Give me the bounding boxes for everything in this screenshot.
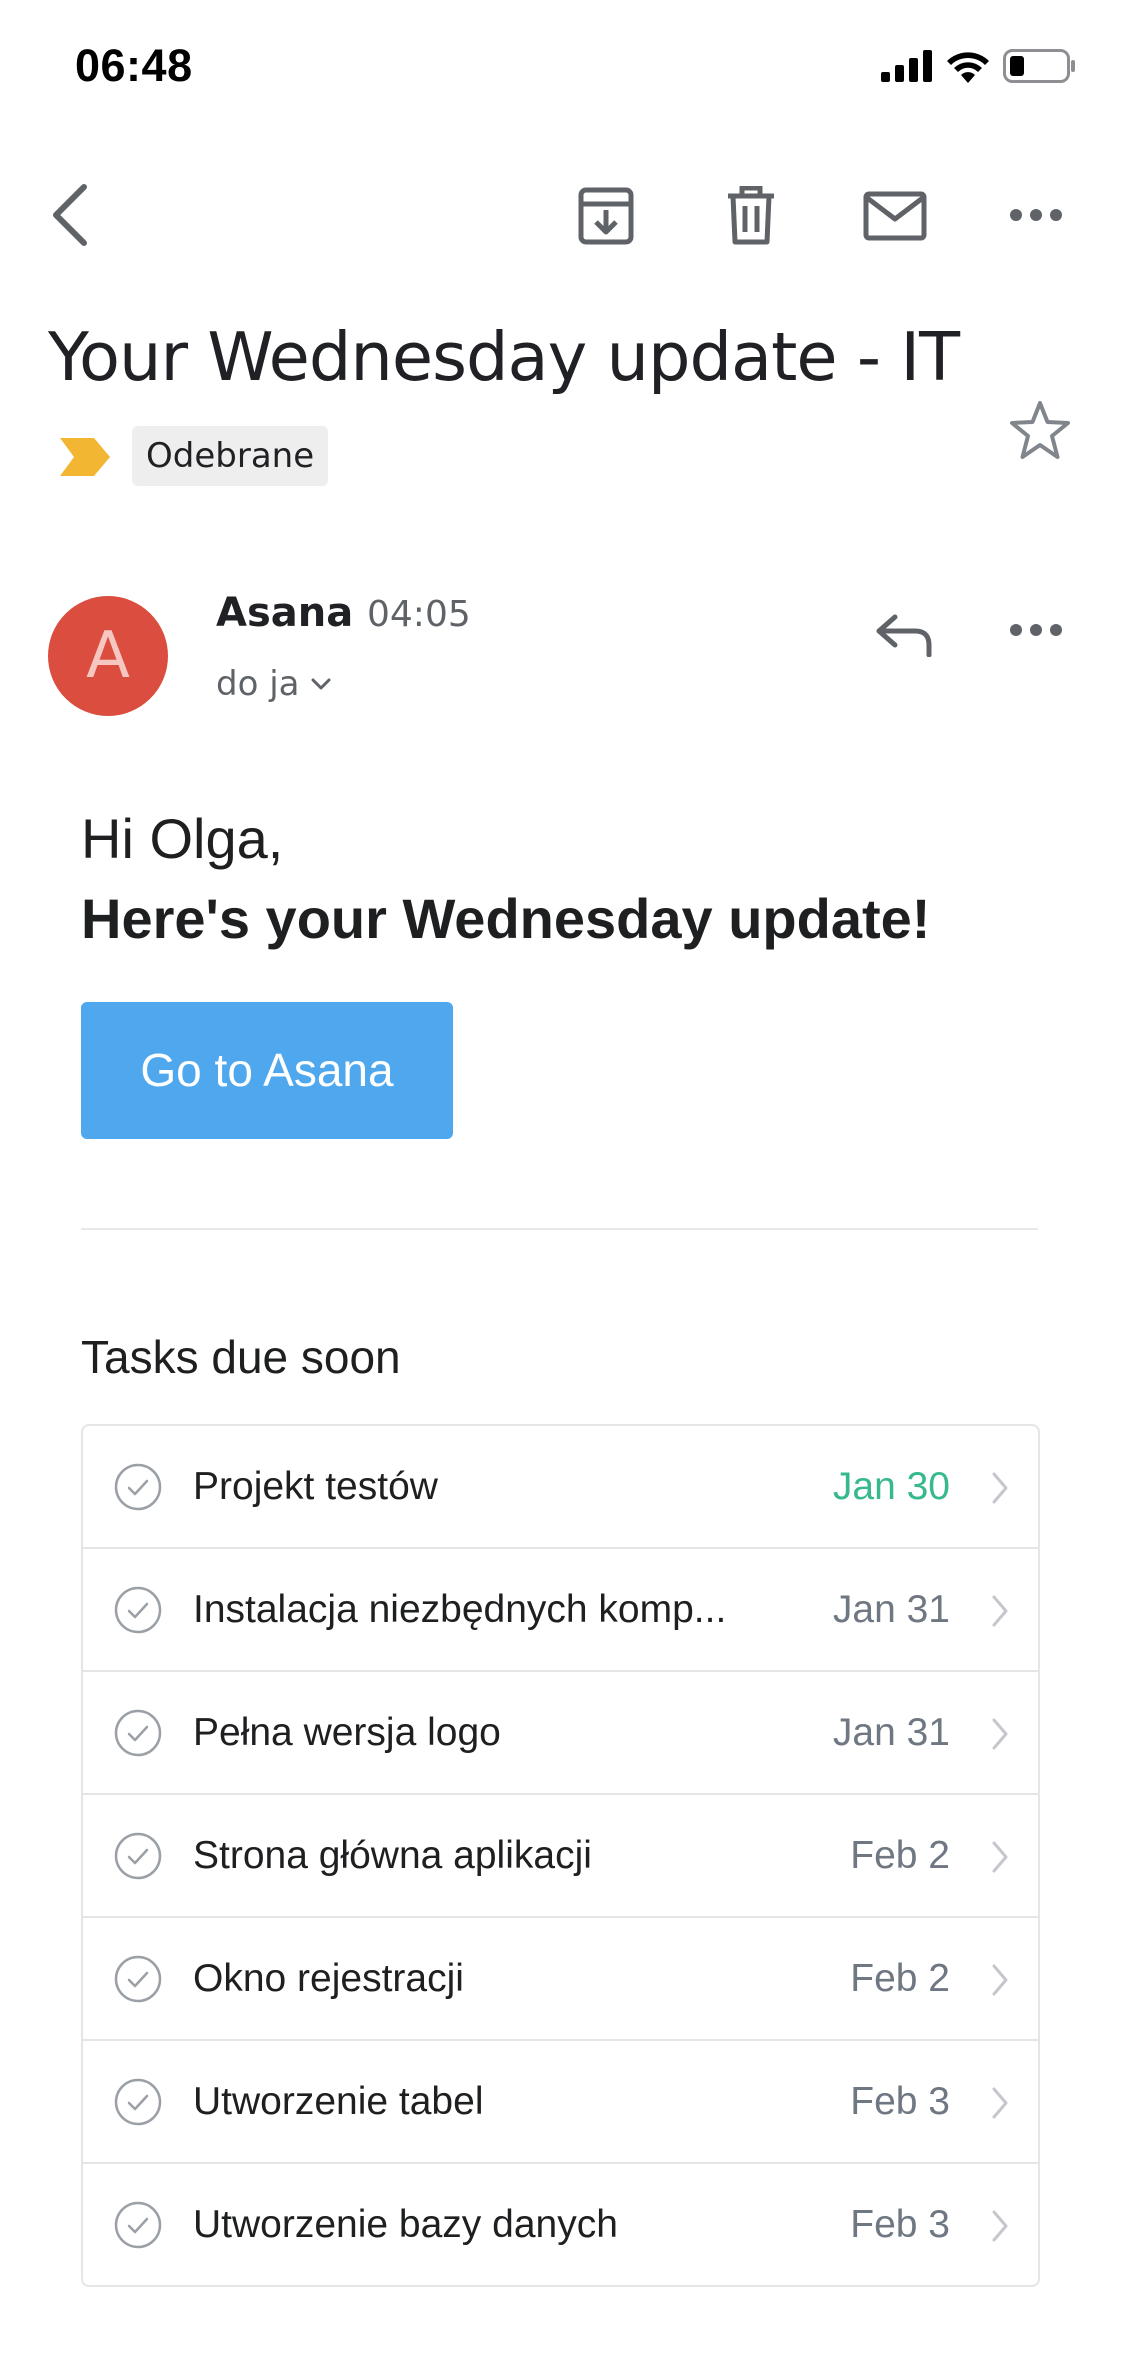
- task-date: Feb 2: [850, 1956, 950, 2000]
- signal-icon: [881, 49, 933, 87]
- mark-unread-button[interactable]: [855, 180, 935, 252]
- chevron-down-icon: [311, 678, 331, 690]
- task-list: Projekt testów Jan 30 Instalacja niezbęd…: [81, 1424, 1040, 2287]
- check-circle-icon[interactable]: [113, 1585, 163, 1635]
- task-row[interactable]: Strona główna aplikacji Feb 2: [83, 1793, 1038, 1916]
- more-icon: [1010, 624, 1062, 636]
- task-name: Utworzenie bazy danych: [193, 2202, 618, 2246]
- status-icons: [881, 48, 1077, 88]
- greeting: Hi Olga,: [81, 807, 284, 870]
- task-row[interactable]: Utworzenie bazy danych Feb 3: [83, 2162, 1038, 2285]
- battery-icon: [1003, 48, 1077, 88]
- label-chip[interactable]: Odebrane: [132, 426, 329, 486]
- delete-button[interactable]: [715, 180, 787, 252]
- email-subject: Your Wednesday update - IT: [48, 318, 960, 396]
- task-row[interactable]: Utworzenie tabel Feb 3: [83, 2039, 1038, 2162]
- chevron-right-icon: [992, 1964, 1008, 1996]
- check-circle-icon[interactable]: [113, 1831, 163, 1881]
- more-options-button[interactable]: [1000, 185, 1072, 245]
- task-name: Strona główna aplikacji: [193, 1833, 592, 1877]
- wifi-icon: [945, 49, 991, 88]
- chevron-right-icon: [992, 1472, 1008, 1504]
- trash-icon: [728, 186, 774, 245]
- archive-icon: [578, 187, 634, 245]
- check-circle-icon[interactable]: [113, 1462, 163, 1512]
- task-name: Instalacja niezbędnych komp...: [193, 1587, 727, 1631]
- sender-name: Asana: [216, 590, 354, 636]
- chevron-right-icon: [992, 1595, 1008, 1627]
- go-to-asana-button[interactable]: Go to Asana: [81, 1002, 453, 1139]
- task-row[interactable]: Okno rejestracji Feb 2: [83, 1916, 1038, 2039]
- task-row[interactable]: Pełna wersja logo Jan 31: [83, 1670, 1038, 1793]
- mail-icon: [863, 191, 927, 241]
- avatar: A: [48, 596, 168, 716]
- chevron-right-icon: [992, 2210, 1008, 2242]
- task-row[interactable]: Projekt testów Jan 30: [83, 1426, 1038, 1547]
- recipient-details[interactable]: do ja: [216, 664, 331, 704]
- back-icon: [53, 184, 87, 246]
- task-name: Projekt testów: [193, 1464, 438, 1508]
- task-date: Feb 2: [850, 1833, 950, 1877]
- archive-button[interactable]: [570, 180, 642, 252]
- status-time: 06:48: [75, 40, 193, 91]
- chevron-right-icon: [992, 1718, 1008, 1750]
- recipient-label: do ja: [216, 664, 300, 704]
- divider: [81, 1228, 1038, 1230]
- message-more-button[interactable]: [1000, 600, 1072, 660]
- task-date: Feb 3: [850, 2202, 950, 2246]
- task-date: Jan 30: [832, 1464, 950, 1508]
- task-row[interactable]: Instalacja niezbędnych komp... Jan 31: [83, 1547, 1038, 1670]
- check-circle-icon[interactable]: [113, 1954, 163, 2004]
- sent-time: 04:05: [367, 594, 471, 635]
- star-button[interactable]: [1000, 390, 1080, 470]
- more-icon: [1010, 209, 1062, 221]
- check-circle-icon[interactable]: [113, 1708, 163, 1758]
- task-date: Jan 31: [832, 1587, 950, 1631]
- task-date: Feb 3: [850, 2079, 950, 2123]
- chevron-right-icon: [992, 1841, 1008, 1873]
- task-name: Pełna wersja logo: [193, 1710, 501, 1754]
- star-icon: [1010, 401, 1070, 459]
- check-circle-icon[interactable]: [113, 2077, 163, 2127]
- back-button[interactable]: [40, 180, 100, 250]
- important-marker-icon[interactable]: [58, 436, 112, 478]
- chevron-right-icon: [992, 2087, 1008, 2119]
- section-title: Tasks due soon: [81, 1331, 401, 1383]
- task-date: Jan 31: [832, 1710, 950, 1754]
- task-name: Okno rejestracji: [193, 1956, 464, 2000]
- reply-button[interactable]: [870, 600, 940, 670]
- reply-icon: [876, 614, 932, 657]
- headline: Here's your Wednesday update!: [81, 887, 931, 950]
- task-name: Utworzenie tabel: [193, 2079, 484, 2123]
- check-circle-icon[interactable]: [113, 2200, 163, 2250]
